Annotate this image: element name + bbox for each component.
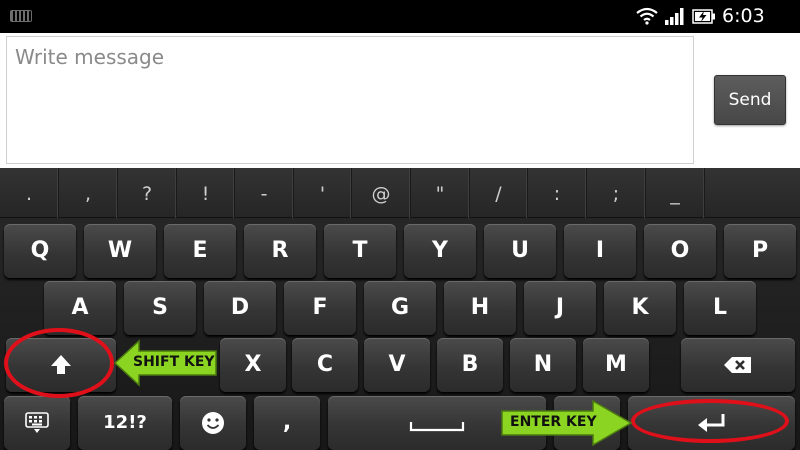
symbol-key[interactable]: / xyxy=(470,168,528,218)
backspace-icon xyxy=(724,357,751,373)
symbol-key[interactable]: ; xyxy=(587,168,646,218)
key-u[interactable]: U xyxy=(484,224,556,278)
symbol-key[interactable]: " xyxy=(411,168,470,218)
shift-key-highlight-ring xyxy=(4,328,114,398)
key-r[interactable]: R xyxy=(244,224,316,278)
message-input[interactable] xyxy=(6,36,694,164)
symbol-key[interactable]: @ xyxy=(352,168,411,218)
compose-area: Send xyxy=(0,33,800,168)
key-e[interactable]: E xyxy=(164,224,236,278)
key-m[interactable]: M xyxy=(583,338,649,392)
key-i[interactable]: I xyxy=(564,224,636,278)
enter-key-highlight-ring xyxy=(631,399,789,443)
key-d[interactable]: D xyxy=(204,281,276,335)
key-x[interactable]: X xyxy=(220,338,286,392)
keyboard-settings-icon xyxy=(25,412,49,433)
symbol-key[interactable]: ' xyxy=(294,168,352,218)
symbol-key[interactable]: . xyxy=(0,168,59,218)
symbol-row: . , ? ! - ' @ " / : ; _ xyxy=(0,168,800,218)
battery-charging-icon xyxy=(692,9,715,24)
status-bar: 6:03 pm xyxy=(0,0,800,49)
symbol-row-spacer xyxy=(705,168,800,218)
key-p[interactable]: P xyxy=(724,224,796,278)
key-f[interactable]: F xyxy=(284,281,356,335)
send-button[interactable]: Send xyxy=(714,75,786,125)
keyboard-notification-icon xyxy=(10,10,32,22)
keyboard-settings-key[interactable] xyxy=(4,396,70,450)
emoji-key[interactable] xyxy=(180,396,246,450)
key-y[interactable]: Y xyxy=(404,224,476,278)
key-j[interactable]: J xyxy=(524,281,596,335)
symbol-key[interactable]: _ xyxy=(646,168,705,218)
key-g[interactable]: G xyxy=(364,281,436,335)
key-a[interactable]: A xyxy=(44,281,116,335)
space-bar-icon xyxy=(409,422,465,432)
key-o[interactable]: O xyxy=(644,224,716,278)
key-w[interactable]: W xyxy=(84,224,156,278)
symbol-key[interactable]: : xyxy=(528,168,587,218)
symbol-key[interactable]: ! xyxy=(177,168,235,218)
key-t[interactable]: T xyxy=(324,224,396,278)
key-k[interactable]: K xyxy=(604,281,676,335)
comma-key[interactable]: , xyxy=(254,396,320,450)
symbol-key[interactable]: , xyxy=(59,168,118,218)
key-s[interactable]: S xyxy=(124,281,196,335)
key-v[interactable]: V xyxy=(364,338,430,392)
wifi-icon xyxy=(636,7,658,25)
on-screen-keyboard: . , ? ! - ' @ " / : ; _ Q W E R T Y U I … xyxy=(0,168,800,450)
key-c[interactable]: C xyxy=(292,338,358,392)
enter-key-label: ENTER KEY xyxy=(510,414,597,430)
shift-key-label: SHIFT KEY xyxy=(133,354,215,370)
key-n[interactable]: N xyxy=(510,338,576,392)
symbol-key[interactable]: ? xyxy=(118,168,177,218)
key-q[interactable]: Q xyxy=(4,224,76,278)
symbol-key[interactable]: - xyxy=(235,168,294,218)
key-l[interactable]: L xyxy=(684,281,756,335)
emoji-icon xyxy=(202,412,224,434)
numbers-symbols-key[interactable]: 12!? xyxy=(78,396,172,450)
signal-icon xyxy=(665,8,684,25)
backspace-key[interactable] xyxy=(681,338,795,392)
key-h[interactable]: H xyxy=(444,281,516,335)
key-b[interactable]: B xyxy=(437,338,503,392)
